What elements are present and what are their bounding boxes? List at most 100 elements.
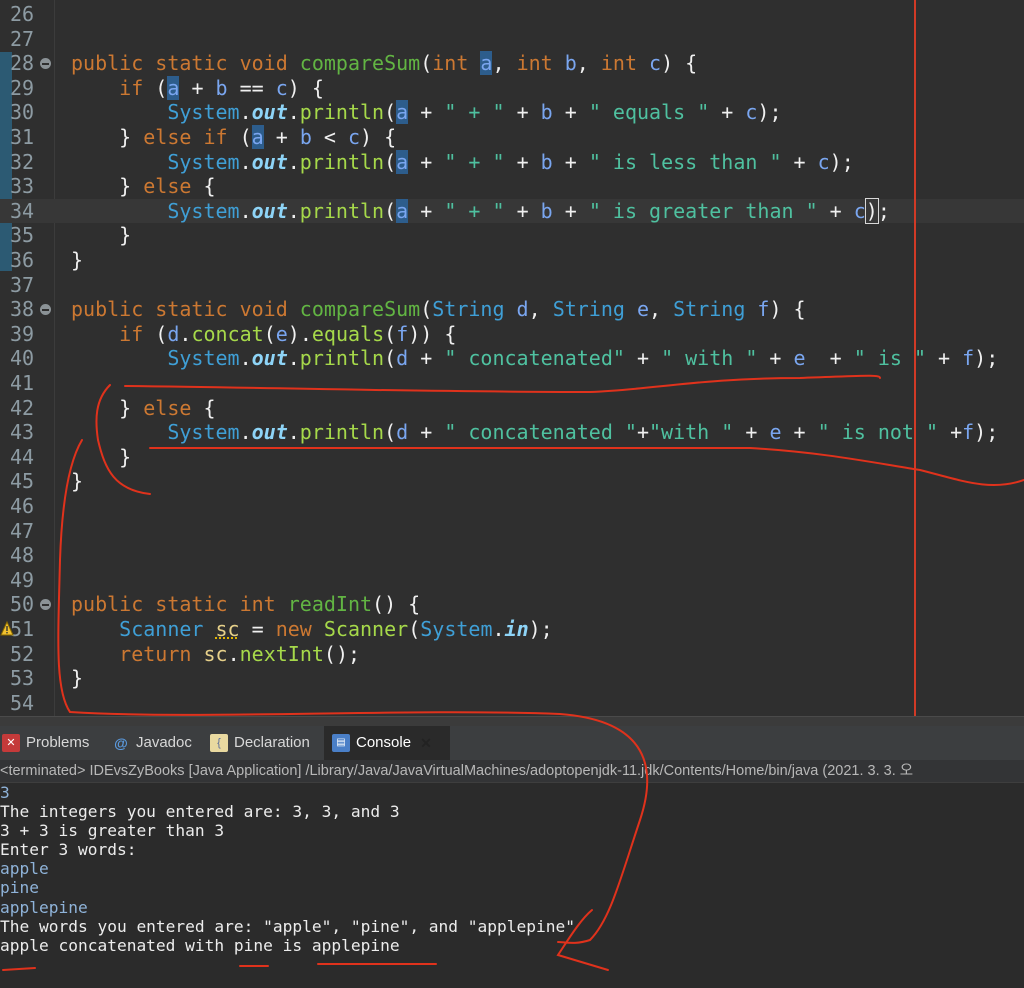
console-input-line: applepine (0, 897, 88, 917)
console-input-line: pine (0, 878, 39, 898)
close-icon[interactable]: ✕ (417, 734, 435, 752)
code-line[interactable]: 36} (0, 248, 1024, 273)
line-number: 37 (10, 272, 35, 297)
code-line[interactable]: 27 (0, 27, 1024, 52)
code-line[interactable]: 51 Scanner sc = new Scanner(System.in); (0, 617, 1024, 642)
line-number: 28 (10, 51, 35, 76)
console-output[interactable]: 3 The integers you entered are: 3, 3, and… (0, 783, 1024, 988)
line-number: 30 (10, 100, 35, 125)
code-line[interactable]: 42 } else { (0, 396, 1024, 421)
declaration-icon: { (210, 734, 228, 752)
line-number: 36 (10, 248, 35, 272)
code-line[interactable]: 28 public static void compareSum(int a, i… (0, 51, 1024, 76)
console-input-line: 3 (0, 783, 10, 802)
code-line[interactable]: 44 } (0, 445, 1024, 470)
warning-icon[interactable] (0, 619, 14, 637)
code-text: } else if (a + b < c) { (71, 125, 397, 149)
code-text: if (a + b == c) { (119, 75, 324, 100)
javadoc-icon: @ (114, 735, 128, 751)
console-input-line: apple (0, 859, 49, 879)
code-text: return sc.nextInt(); (119, 641, 361, 666)
code-text: } (71, 666, 84, 691)
tab-label: Problems (26, 734, 90, 751)
console-output-line: The words you entered are: "apple", "pin… (0, 916, 575, 936)
line-number: 32 (10, 149, 35, 174)
line-number: 35 (10, 223, 35, 248)
code-line[interactable]: 26 (0, 2, 1024, 27)
code-text: } else { (71, 174, 216, 199)
line-number: 52 (10, 641, 35, 666)
code-line[interactable]: 46 (0, 494, 1024, 519)
line-number: 43 (10, 420, 35, 445)
tab-javadoc[interactable]: @ Javadoc (112, 726, 192, 760)
code-text: System.out.println(d + " concatenated" +… (167, 346, 999, 371)
line-number: 39 (10, 321, 35, 346)
code-line[interactable]: 39 if (d.concat(e).equals(f)) { (0, 322, 1024, 347)
code-line[interactable]: 31 } else if (a + b < c) { (0, 125, 1024, 150)
code-line[interactable]: 41 (0, 371, 1024, 396)
code-line[interactable]: 34 System.out.println(a + " + " + b + " … (0, 197, 1024, 224)
code-line[interactable]: 43 System.out.println(d + " concatenated… (0, 420, 1024, 445)
code-line[interactable]: 40 System.out.println(d + " concatenated… (0, 346, 1024, 371)
code-line[interactable]: 50 public static int readInt() { (0, 592, 1024, 617)
line-number: 46 (10, 494, 35, 518)
code-text: Scanner sc = new Scanner(System.in); (119, 617, 553, 641)
code-line[interactable]: 29 if (a + b == c) { (0, 75, 1024, 101)
code-line[interactable]: 33 } else { (0, 174, 1024, 199)
line-number: 51 (10, 617, 35, 641)
code-line[interactable]: 32 System.out.println(a + " + " + b + " … (0, 149, 1024, 175)
fold-collapse-icon[interactable] (40, 58, 51, 70)
code-line[interactable]: 38 public static void compareSum(String d… (0, 297, 1024, 322)
line-number: 40 (10, 346, 35, 371)
tab-label: Declaration (234, 734, 310, 751)
console-process-status: <terminated> IDEvsZyBooks [Java Applicat… (0, 760, 1024, 783)
line-number: 33 (10, 174, 35, 199)
code-line[interactable]: 37 (0, 273, 1024, 298)
code-line[interactable]: 54 (0, 691, 1024, 716)
line-number: 49 (10, 567, 35, 592)
print-margin-line (914, 0, 916, 716)
console-icon: ▤ (332, 734, 350, 752)
tab-problems[interactable]: ✕ Problems (2, 726, 89, 760)
line-number: 53 (10, 666, 35, 691)
code-text: } else { (71, 395, 216, 420)
line-number: 44 (10, 444, 35, 469)
fold-collapse-icon[interactable] (40, 304, 51, 316)
console-output-line: 3 + 3 is greater than 3 (0, 821, 225, 841)
line-number: 45 (10, 469, 35, 494)
line-number: 34 (10, 198, 35, 223)
line-number: 47 (10, 518, 35, 543)
code-line[interactable]: 53} (0, 666, 1024, 691)
code-text: public static void compareSum(String d, … (71, 297, 806, 322)
tab-console[interactable]: ▤ Console ✕ (324, 726, 450, 760)
code-text: System.out.println(a + " + " + b + " equ… (167, 100, 782, 125)
code-text: public static int readInt() { (71, 592, 421, 617)
tab-declaration[interactable]: { Declaration (210, 726, 310, 760)
line-number: 42 (10, 395, 35, 420)
code-text: if (d.concat(e).equals(f)) { (119, 321, 457, 346)
line-number: 29 (10, 75, 35, 100)
code-text: } (71, 469, 84, 494)
bottom-panel-tabbar: ✕ Problems @ Javadoc { Declaration ▤ Con… (0, 726, 1024, 760)
line-number: 54 (10, 690, 35, 715)
code-text: System.out.println(d + " concatenated "+… (167, 420, 999, 445)
code-text: System.out.println(a + " + " + b + " is … (167, 149, 854, 174)
code-editor[interactable]: 26 27 28 public static void compareSum(int … (0, 0, 1024, 716)
code-text: } (71, 444, 132, 469)
code-line[interactable]: 45} (0, 469, 1024, 494)
problems-icon: ✕ (2, 734, 20, 752)
code-line[interactable]: 47 (0, 519, 1024, 544)
line-number: 41 (10, 371, 35, 395)
console-output-line: apple concatenated with pine is applepin… (0, 935, 400, 955)
console-output-line: Enter 3 words: (0, 840, 137, 860)
code-line[interactable]: 49 (0, 568, 1024, 593)
fold-collapse-icon[interactable] (40, 599, 51, 611)
code-line[interactable]: 35 } (0, 223, 1024, 248)
line-number: 50 (10, 592, 35, 617)
tab-label: Javadoc (136, 734, 192, 751)
code-line[interactable]: 52 return sc.nextInt(); (0, 642, 1024, 667)
code-text: public static void compareSum(int a, int… (71, 51, 698, 76)
code-line[interactable]: 48 (0, 543, 1024, 568)
tab-label: Console (356, 734, 412, 751)
code-line[interactable]: 30 System.out.println(a + " + " + b + " … (0, 100, 1024, 125)
